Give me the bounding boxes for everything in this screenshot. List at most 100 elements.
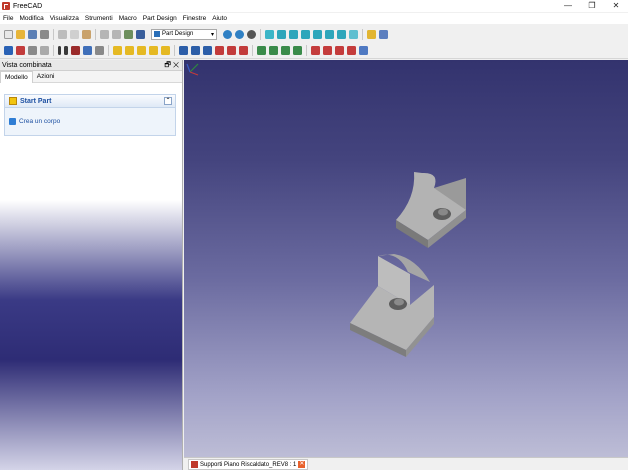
pad-icon[interactable] — [113, 46, 122, 55]
menu-finestre[interactable]: Finestre — [183, 15, 206, 22]
fillet-icon[interactable] — [311, 46, 320, 55]
line-icon[interactable] — [64, 46, 68, 55]
freecad-document-icon — [191, 461, 198, 468]
menu-file[interactable]: File — [3, 15, 13, 22]
panel-controls[interactable]: 🗗 ✕ — [164, 61, 179, 72]
local-cs-icon[interactable] — [83, 46, 92, 55]
subtractive-loft-icon[interactable] — [215, 46, 224, 55]
menu-part-design[interactable]: Part Design — [143, 15, 177, 22]
linear-pattern-icon[interactable] — [269, 46, 278, 55]
revolution-icon[interactable] — [125, 46, 134, 55]
minimize-button[interactable]: — — [556, 0, 580, 12]
copy-icon[interactable] — [70, 29, 79, 39]
menu-bar: File Modifica Visualizza Strumenti Macro… — [0, 13, 628, 24]
3d-viewport[interactable] — [184, 60, 628, 457]
document-tab[interactable]: Supporti Piano Riscaldato_REV8 : 1 ✕ — [188, 459, 309, 470]
freecad-logo-icon — [2, 2, 10, 10]
new-file-icon[interactable] — [4, 29, 13, 39]
draw-style-icon[interactable] — [247, 29, 256, 39]
toolbar-separator — [53, 28, 54, 40]
menu-visualizza[interactable]: Visualizza — [50, 15, 79, 22]
chevron-down-icon: ▾ — [210, 31, 214, 38]
polar-pattern-icon[interactable] — [281, 46, 290, 55]
thickness-icon[interactable] — [347, 46, 356, 55]
toolbar-separator — [306, 45, 307, 56]
window-controls: — ❐ ✕ — [556, 0, 628, 12]
pocket-icon[interactable] — [179, 46, 188, 55]
mirrored-icon[interactable] — [257, 46, 266, 55]
hole-icon[interactable] — [191, 46, 200, 55]
print-icon[interactable] — [40, 29, 49, 39]
view-right-icon[interactable] — [301, 29, 310, 39]
subtractive-primitive-icon[interactable] — [239, 46, 248, 55]
view-bottom-icon[interactable] — [325, 29, 334, 39]
group-icon[interactable] — [379, 29, 388, 39]
maximize-button[interactable]: ❐ — [580, 0, 604, 12]
toolbar-separator — [260, 28, 261, 40]
draft-icon[interactable] — [335, 46, 344, 55]
collapse-icon[interactable]: ⌃ — [164, 97, 172, 105]
open-icon[interactable] — [16, 29, 25, 39]
panel-title: Vista combinata — [2, 61, 52, 69]
document-tabs: Supporti Piano Riscaldato_REV8 : 1 ✕ — [184, 457, 628, 470]
multi-transform-icon[interactable] — [293, 46, 302, 55]
part-icon[interactable] — [367, 29, 376, 39]
3d-model — [350, 172, 466, 357]
refresh-icon[interactable] — [124, 29, 133, 39]
main-toolbar: Part Design ▾ — [0, 26, 628, 42]
shapebinder-icon[interactable] — [95, 46, 104, 55]
view-front-icon[interactable] — [277, 29, 286, 39]
workbench-selector[interactable]: Part Design ▾ — [151, 28, 217, 40]
window-title: FreeCAD — [13, 2, 43, 10]
view-rear-icon[interactable] — [313, 29, 322, 39]
title-bar: FreeCAD — ❐ ✕ — [0, 0, 628, 12]
sketch-icon[interactable] — [16, 46, 25, 55]
part-design-icon — [154, 31, 160, 37]
upper-bracket — [396, 172, 466, 248]
menu-modifica[interactable]: Modifica — [19, 15, 43, 22]
validate-icon[interactable] — [40, 46, 49, 55]
part-icon — [9, 97, 17, 105]
menu-aiuto[interactable]: Aiuto — [212, 15, 227, 22]
attach-icon[interactable] — [28, 46, 37, 55]
body-icon[interactable] — [4, 46, 13, 55]
measure-icon[interactable] — [349, 29, 358, 39]
redo-icon[interactable] — [112, 29, 121, 39]
undo-icon[interactable] — [100, 29, 109, 39]
toolbar-separator — [362, 28, 363, 40]
paste-icon[interactable] — [82, 29, 91, 39]
zoom-selection-icon[interactable] — [235, 29, 244, 39]
tab-modello[interactable]: Modello — [0, 70, 33, 83]
tab-azioni[interactable]: Azioni — [33, 73, 59, 80]
taskbox-title: Start Part — [20, 97, 52, 105]
menu-macro[interactable]: Macro — [119, 15, 137, 22]
panel-tabs: Modello Azioni — [0, 70, 182, 83]
view-left-icon[interactable] — [337, 29, 346, 39]
panel-header: Vista combinata 🗗 ✕ — [0, 60, 182, 71]
lower-bracket — [350, 254, 434, 357]
create-body-link[interactable]: Crea un corpo — [9, 118, 60, 125]
toolbar-separator — [174, 45, 175, 56]
point-icon[interactable] — [58, 46, 61, 55]
close-button[interactable]: ✕ — [604, 0, 628, 12]
whats-this-icon[interactable] — [136, 29, 145, 39]
close-icon[interactable]: ✕ — [298, 461, 306, 468]
boolean-icon[interactable] — [359, 46, 368, 55]
view-top-icon[interactable] — [289, 29, 298, 39]
start-part-taskbox: Start Part ⌃ Crea un corpo — [4, 94, 176, 136]
chamfer-icon[interactable] — [323, 46, 332, 55]
loft-icon[interactable] — [137, 46, 146, 55]
taskbox-header[interactable]: Start Part ⌃ — [5, 95, 175, 108]
part-design-toolbar — [0, 43, 628, 59]
cut-icon[interactable] — [58, 29, 67, 39]
zoom-fit-icon[interactable] — [223, 29, 232, 39]
additive-primitive-icon[interactable] — [161, 46, 170, 55]
groove-icon[interactable] — [203, 46, 212, 55]
save-icon[interactable] — [28, 29, 37, 39]
pipe-icon[interactable] — [149, 46, 158, 55]
subtractive-pipe-icon[interactable] — [227, 46, 236, 55]
create-body-label: Crea un corpo — [19, 118, 61, 125]
plane-icon[interactable] — [71, 46, 80, 55]
view-isometric-icon[interactable] — [265, 29, 274, 39]
menu-strumenti[interactable]: Strumenti — [85, 15, 113, 22]
